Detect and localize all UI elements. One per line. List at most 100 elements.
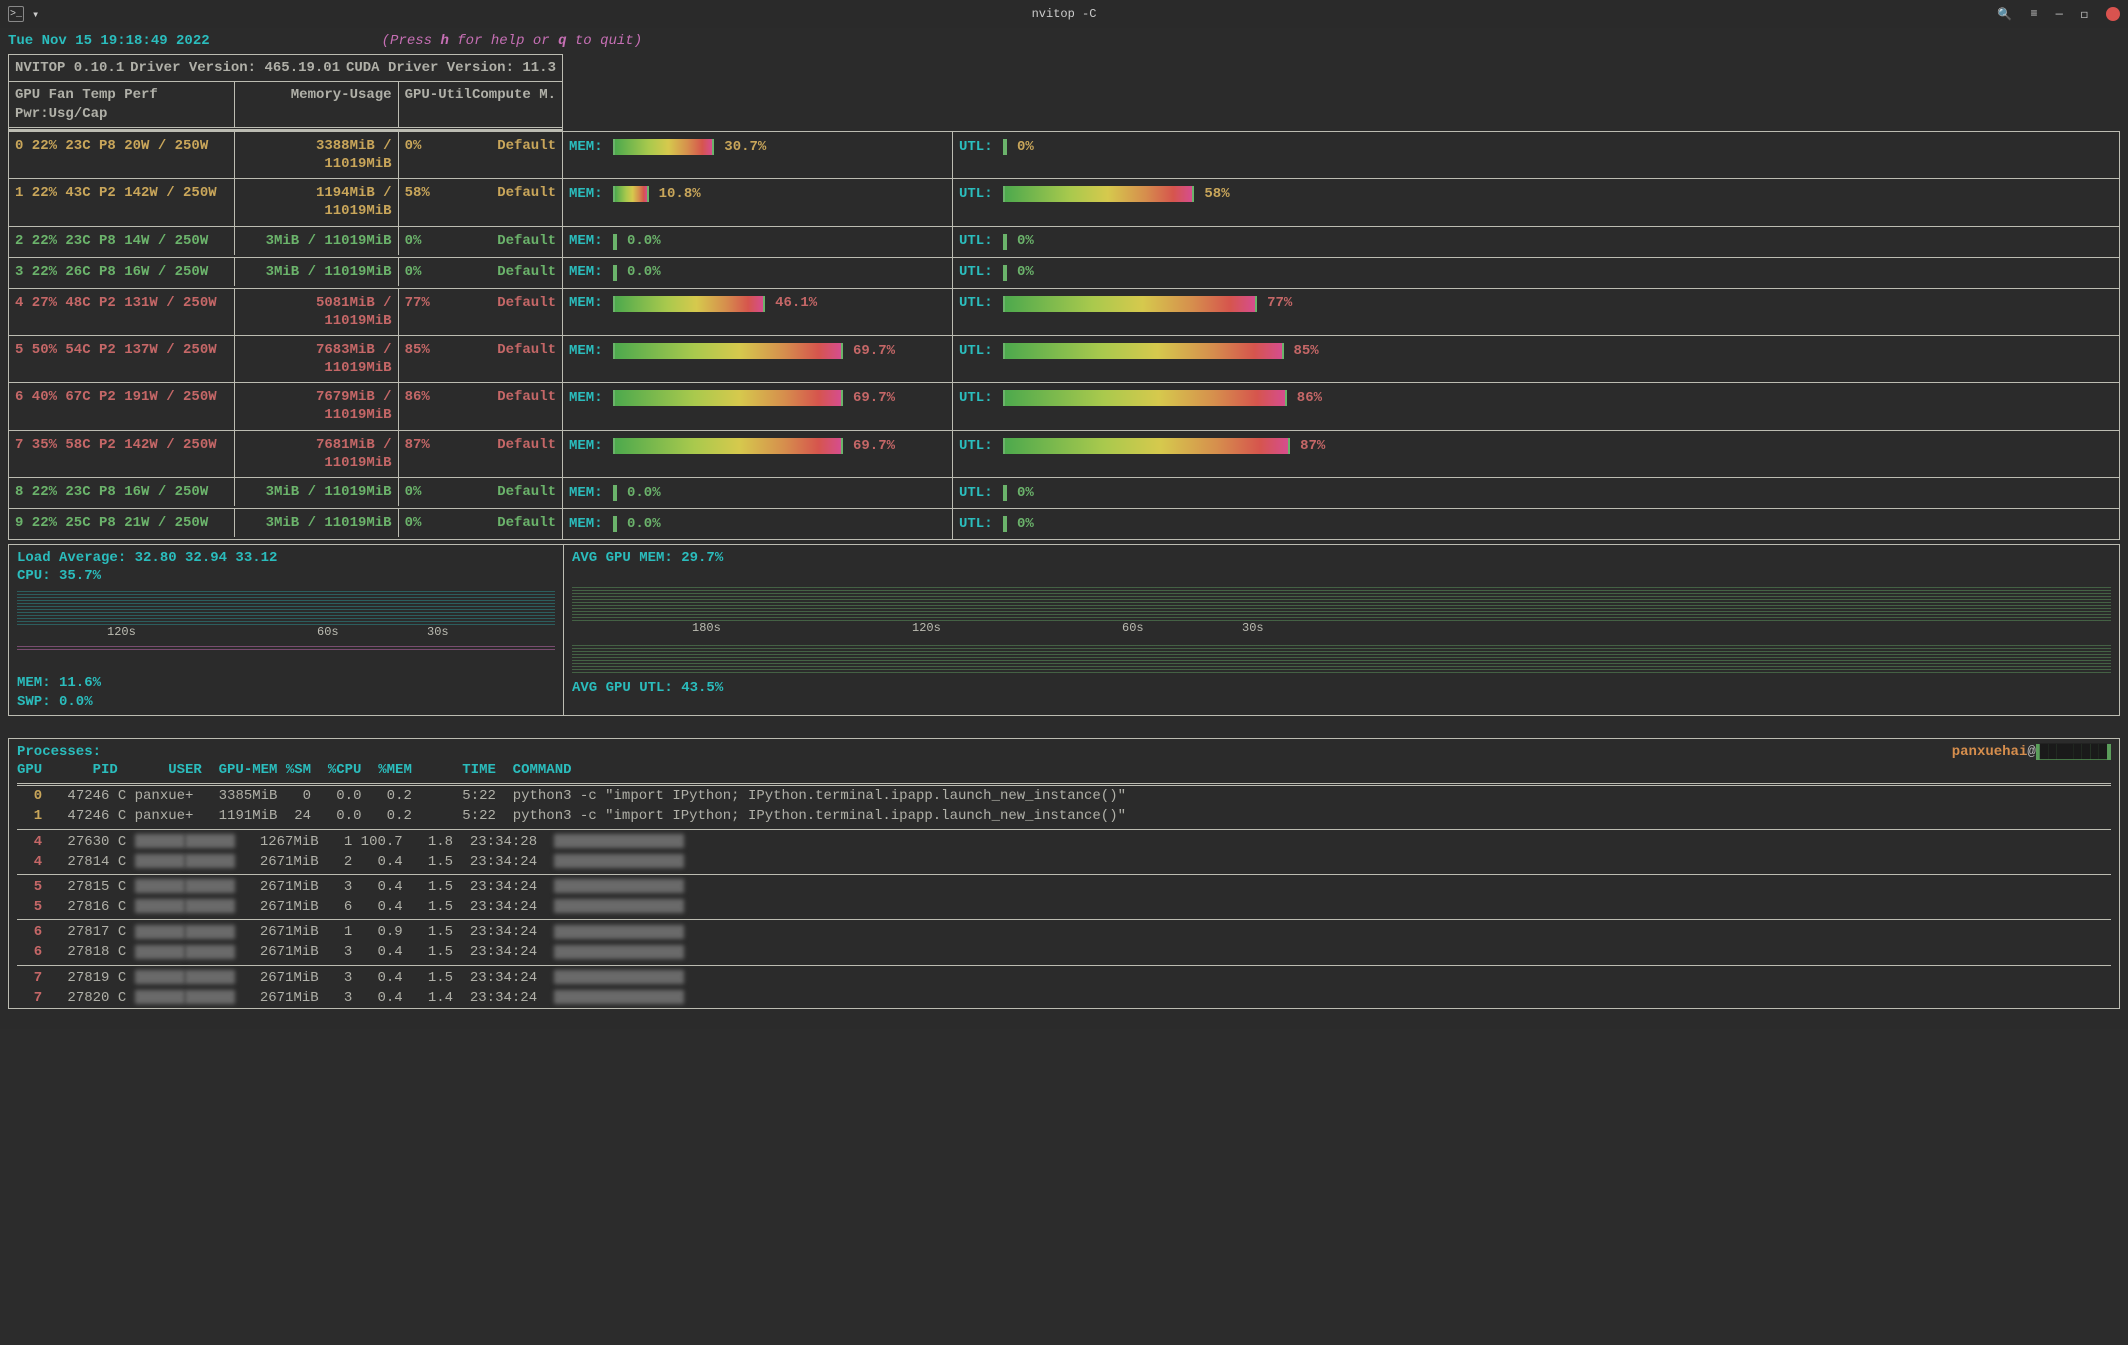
gpu-util: 0%Default <box>399 258 562 286</box>
mem-bar: MEM: 30.7% <box>569 134 946 160</box>
gpu-stats: 1 22% 43C P2 142W / 250W <box>9 179 235 225</box>
avg-gpu-mem: AVG GPU MEM: 29.7% <box>572 549 2111 567</box>
terminal-icon: >_ <box>8 6 24 22</box>
version-header: NVITOP 0.10.1 Driver Version: 465.19.01 … <box>9 55 562 82</box>
mem-bar: MEM: 10.8% <box>569 181 946 207</box>
gpu-axis: 180s 120s 60s 30s <box>572 621 2111 639</box>
process-row: 5 27816 C 2671MiB 6 0.4 1.5 23:34:24 <box>17 897 2111 917</box>
process-row: 7 27819 C 2671MiB 3 0.4 1.5 23:34:24 <box>17 968 2111 988</box>
process-row: 6 27818 C 2671MiB 3 0.4 1.5 23:34:24 <box>17 942 2111 962</box>
gpu-util: 77%Default <box>399 289 562 335</box>
gpu-stats: 6 40% 67C P2 191W / 250W <box>9 383 235 429</box>
gpu-util: 58%Default <box>399 179 562 225</box>
gpuutl-sparkline <box>572 645 2111 673</box>
gpu-stats: 7 35% 58C P2 142W / 250W <box>9 431 235 477</box>
gpu-row: 8 22% 23C P8 16W / 250W 3MiB / 11019MiB … <box>8 477 2120 508</box>
utl-bar: UTL: 77% <box>959 291 2113 317</box>
gpu-row: 2 22% 23C P8 14W / 250W 3MiB / 11019MiB … <box>8 226 2120 257</box>
process-row: 1 47246 C panxue+ 1191MiB 24 0.0 0.2 5:2… <box>17 806 2111 826</box>
separator <box>17 874 2111 875</box>
window-title: nvitop -C <box>1032 7 1097 21</box>
utl-bar: UTL: 0% <box>959 260 2113 286</box>
utl-bar: UTL: 0% <box>959 511 2113 537</box>
menu-icon[interactable]: ≡ <box>2030 7 2037 21</box>
gpu-util: 0%Default <box>399 509 562 537</box>
gpu-util: 0%Default <box>399 132 562 178</box>
gpu-row: 4 27% 48C P2 131W / 250W 5081MiB / 11019… <box>8 288 2120 335</box>
terminal-output: Tue Nov 15 19:18:49 2022(Press h for hel… <box>0 28 2128 1029</box>
process-row: 6 27817 C 2671MiB 1 0.9 1.5 23:34:24 <box>17 922 2111 942</box>
gpu-memusage: 3MiB / 11019MiB <box>235 478 398 506</box>
mem-bar: MEM: 0.0% <box>569 480 946 506</box>
gpu-memusage: 3MiB / 11019MiB <box>235 227 398 255</box>
processes-title: Processes: <box>17 743 101 761</box>
gpu-stats: 5 50% 54C P2 137W / 250W <box>9 336 235 382</box>
gpu-memusage: 1194MiB / 11019MiB <box>235 179 398 225</box>
gpu-memusage: 3388MiB / 11019MiB <box>235 132 398 178</box>
dropdown-icon[interactable]: ▾ <box>32 7 39 22</box>
mem-bar: MEM: 0.0% <box>569 260 946 286</box>
cpu-pct: CPU: 35.7% <box>17 567 555 585</box>
gpu-row: 5 50% 54C P2 137W / 250W 7683MiB / 11019… <box>8 335 2120 382</box>
utl-bar: UTL: 0% <box>959 229 2113 255</box>
col-gpu-util: GPU-Util <box>405 86 472 122</box>
window-titlebar: >_ ▾ nvitop -C 🔍 ≡ — ◻ <box>0 0 2128 28</box>
gpu-row: 1 22% 43C P2 142W / 250W 1194MiB / 11019… <box>8 178 2120 225</box>
gpu-util: 85%Default <box>399 336 562 382</box>
system-box: Load Average: 32.80 32.94 33.12 CPU: 35.… <box>8 544 2120 716</box>
cpu-axis: 120s 60s 30s <box>17 625 555 643</box>
gpu-memusage: 7683MiB / 11019MiB <box>235 336 398 382</box>
gpu-memusage: 7679MiB / 11019MiB <box>235 383 398 429</box>
gpu-memusage: 5081MiB / 11019MiB <box>235 289 398 335</box>
gpu-row: 7 35% 58C P2 142W / 250W 7681MiB / 11019… <box>8 430 2120 477</box>
mem-bar: MEM: 0.0% <box>569 511 946 537</box>
utl-bar: UTL: 58% <box>959 181 2113 207</box>
gpu-stats: 8 22% 23C P8 16W / 250W <box>9 478 235 506</box>
process-columns: GPU PID USER GPU-MEM %SM %CPU %MEM TIME … <box>17 761 2111 786</box>
sys-mem: MEM: 11.6% <box>17 674 555 692</box>
gpu-row: 0 22% 23C P8 20W / 250W 3388MiB / 11019M… <box>8 131 2120 178</box>
gpu-row: 3 22% 26C P8 16W / 250W 3MiB / 11019MiB … <box>8 257 2120 288</box>
process-row: 7 27820 C 2671MiB 3 0.4 1.4 23:34:24 <box>17 988 2111 1008</box>
utl-bar: UTL: 0% <box>959 134 2113 160</box>
separator <box>17 829 2111 830</box>
gpu-memusage: 3MiB / 11019MiB <box>235 509 398 537</box>
mem-bar: MEM: 69.7% <box>569 385 946 411</box>
sys-swp: SWP: 0.0% <box>17 693 555 711</box>
gpu-row: 6 40% 67C P2 191W / 250W 7679MiB / 11019… <box>8 382 2120 429</box>
avg-gpu-utl: AVG GPU UTL: 43.5% <box>572 679 2111 697</box>
mem-bar: MEM: 46.1% <box>569 291 946 317</box>
process-row: 0 47246 C panxue+ 3385MiB 0 0.0 0.2 5:22… <box>17 786 2111 806</box>
process-row: 4 27814 C 2671MiB 2 0.4 1.5 23:34:24 <box>17 852 2111 872</box>
gpu-stats: 2 22% 23C P8 14W / 250W <box>9 227 235 255</box>
mem-bar: MEM: 69.7% <box>569 433 946 459</box>
process-row: 4 27630 C 1267MiB 1 100.7 1.8 23:34:28 <box>17 832 2111 852</box>
close-icon[interactable] <box>2106 7 2120 21</box>
search-icon[interactable]: 🔍 <box>1997 7 2012 22</box>
separator <box>17 965 2111 966</box>
load-average: Load Average: 32.80 32.94 33.12 <box>17 549 555 567</box>
process-box: Processes: panxuehai@████████ GPU PID US… <box>8 738 2120 1009</box>
gpu-util: 87%Default <box>399 431 562 477</box>
gpu-stats: 9 22% 25C P8 21W / 250W <box>9 509 235 537</box>
process-row: 5 27815 C 2671MiB 3 0.4 1.5 23:34:24 <box>17 877 2111 897</box>
gpu-memusage: 7681MiB / 11019MiB <box>235 431 398 477</box>
gpumem-sparkline <box>572 587 2111 621</box>
gpu-row: 9 22% 25C P8 21W / 250W 3MiB / 11019MiB … <box>8 508 2120 540</box>
header-line: Tue Nov 15 19:18:49 2022(Press h for hel… <box>8 32 2120 50</box>
mem-bar: MEM: 0.0% <box>569 229 946 255</box>
cpu-sparkline <box>17 591 555 625</box>
utl-bar: UTL: 85% <box>959 338 2113 364</box>
gpu-stats: 0 22% 23C P8 20W / 250W <box>9 132 235 178</box>
minimize-icon[interactable]: — <box>2056 7 2063 21</box>
gpu-stats: 4 27% 48C P2 131W / 250W <box>9 289 235 335</box>
separator <box>17 919 2111 920</box>
gpu-stats: 3 22% 26C P8 16W / 250W <box>9 258 235 286</box>
mem-bar: MEM: 69.7% <box>569 338 946 364</box>
utl-bar: UTL: 86% <box>959 385 2113 411</box>
user-host: panxuehai@████████ <box>1952 743 2111 761</box>
maximize-icon[interactable]: ◻ <box>2081 7 2088 22</box>
gpu-util: 0%Default <box>399 227 562 255</box>
utl-bar: UTL: 87% <box>959 433 2113 459</box>
gpu-columns-header: GPU Fan Temp Perf Pwr:Usg/Cap Memory-Usa… <box>9 82 562 129</box>
